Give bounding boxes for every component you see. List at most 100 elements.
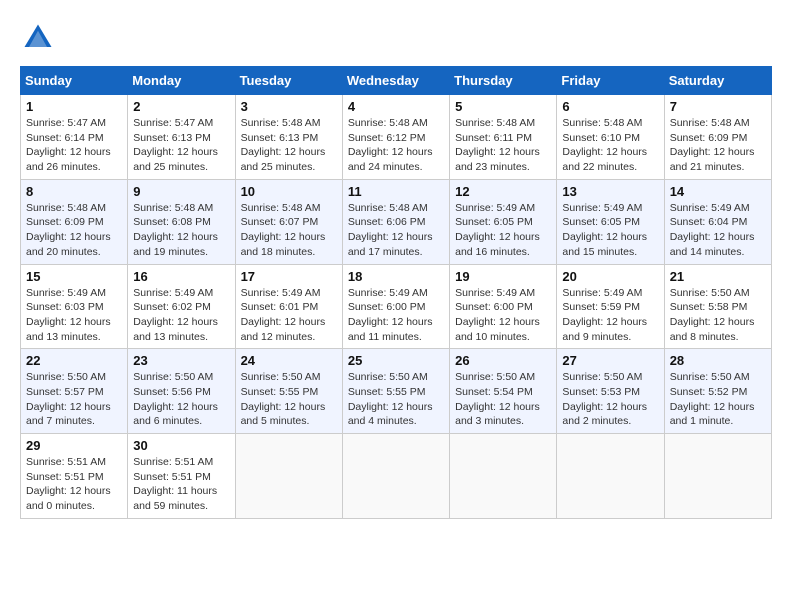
- day-info: Sunrise: 5:50 AM Sunset: 5:56 PM Dayligh…: [133, 370, 229, 429]
- day-number: 14: [670, 184, 766, 199]
- calendar-cell: 30Sunrise: 5:51 AM Sunset: 5:51 PM Dayli…: [128, 434, 235, 519]
- calendar-cell: 3 Sunrise: 5:48 AM Sunset: 6:13 PM Daylig…: [235, 95, 342, 180]
- day-info: Sunrise: 5:51 AM Sunset: 5:51 PM Dayligh…: [26, 455, 122, 514]
- day-info: Sunrise: 5:48 AM Sunset: 6:12 PM Dayligh…: [348, 116, 444, 175]
- day-info: Sunrise: 5:50 AM Sunset: 5:52 PM Dayligh…: [670, 370, 766, 429]
- calendar-cell: 16 Sunrise: 5:49 AM Sunset: 6:02 PM Dayli…: [128, 264, 235, 349]
- calendar-cell: 29 Sunrise: 5:51 AM Sunset: 5:51 PM Dayli…: [21, 434, 128, 519]
- calendar-cell: [450, 434, 557, 519]
- day-number: 2: [133, 99, 229, 114]
- calendar-cell: 18Sunrise: 5:49 AM Sunset: 6:00 PM Dayli…: [342, 264, 449, 349]
- col-header-friday: Friday: [557, 67, 664, 95]
- calendar-cell: 7 Sunrise: 5:48 AM Sunset: 6:09 PM Daylig…: [664, 95, 771, 180]
- col-header-thursday: Thursday: [450, 67, 557, 95]
- calendar-cell: 8 Sunrise: 5:48 AM Sunset: 6:09 PM Daylig…: [21, 179, 128, 264]
- calendar-cell: 17 Sunrise: 5:49 AM Sunset: 6:01 PM Dayli…: [235, 264, 342, 349]
- calendar-cell: 21 Sunrise: 5:50 AM Sunset: 5:58 PM Dayli…: [664, 264, 771, 349]
- calendar-cell: 19 Sunrise: 5:49 AM Sunset: 6:00 PM Dayli…: [450, 264, 557, 349]
- day-info: Sunrise: 5:49 AM Sunset: 6:05 PM Dayligh…: [562, 201, 658, 260]
- calendar-cell: 24Sunrise: 5:50 AM Sunset: 5:55 PM Dayli…: [235, 349, 342, 434]
- day-info: Sunrise: 5:48 AM Sunset: 6:07 PM Dayligh…: [241, 201, 337, 260]
- week-row: 15 Sunrise: 5:49 AM Sunset: 6:03 PM Dayli…: [21, 264, 772, 349]
- calendar-cell: 14Sunrise: 5:49 AM Sunset: 6:04 PM Dayli…: [664, 179, 771, 264]
- calendar-cell: 27 Sunrise: 5:50 AM Sunset: 5:53 PM Dayli…: [557, 349, 664, 434]
- day-number: 27: [562, 353, 658, 368]
- calendar-cell: 13 Sunrise: 5:49 AM Sunset: 6:05 PM Dayli…: [557, 179, 664, 264]
- day-number: 29: [26, 438, 122, 453]
- day-info: Sunrise: 5:47 AM Sunset: 6:14 PM Dayligh…: [26, 116, 122, 175]
- calendar-cell: 1 Sunrise: 5:47 AM Sunset: 6:14 PM Daylig…: [21, 95, 128, 180]
- day-info: Sunrise: 5:49 AM Sunset: 6:01 PM Dayligh…: [241, 286, 337, 345]
- day-number: 5: [455, 99, 551, 114]
- day-info: Sunrise: 5:48 AM Sunset: 6:10 PM Dayligh…: [562, 116, 658, 175]
- day-info: Sunrise: 5:50 AM Sunset: 5:53 PM Dayligh…: [562, 370, 658, 429]
- day-number: 28: [670, 353, 766, 368]
- day-info: Sunrise: 5:49 AM Sunset: 6:02 PM Dayligh…: [133, 286, 229, 345]
- col-header-wednesday: Wednesday: [342, 67, 449, 95]
- day-info: Sunrise: 5:48 AM Sunset: 6:09 PM Dayligh…: [670, 116, 766, 175]
- calendar-cell: 4 Sunrise: 5:48 AM Sunset: 6:12 PM Daylig…: [342, 95, 449, 180]
- day-info: Sunrise: 5:48 AM Sunset: 6:06 PM Dayligh…: [348, 201, 444, 260]
- day-number: 18: [348, 269, 444, 284]
- week-row: 22 Sunrise: 5:50 AM Sunset: 5:57 PM Dayli…: [21, 349, 772, 434]
- day-info: Sunrise: 5:50 AM Sunset: 5:54 PM Dayligh…: [455, 370, 551, 429]
- day-info: Sunrise: 5:50 AM Sunset: 5:58 PM Dayligh…: [670, 286, 766, 345]
- calendar-table: SundayMondayTuesdayWednesdayThursdayFrid…: [20, 66, 772, 519]
- day-number: 9: [133, 184, 229, 199]
- calendar-cell: 10 Sunrise: 5:48 AM Sunset: 6:07 PM Dayli…: [235, 179, 342, 264]
- calendar-cell: 25 Sunrise: 5:50 AM Sunset: 5:55 PM Dayli…: [342, 349, 449, 434]
- week-row: 1 Sunrise: 5:47 AM Sunset: 6:14 PM Daylig…: [21, 95, 772, 180]
- day-info: Sunrise: 5:49 AM Sunset: 6:03 PM Dayligh…: [26, 286, 122, 345]
- day-number: 25: [348, 353, 444, 368]
- calendar-cell: [557, 434, 664, 519]
- day-number: 10: [241, 184, 337, 199]
- week-row: 29 Sunrise: 5:51 AM Sunset: 5:51 PM Dayli…: [21, 434, 772, 519]
- day-number: 8: [26, 184, 122, 199]
- calendar-cell: 12Sunrise: 5:49 AM Sunset: 6:05 PM Dayli…: [450, 179, 557, 264]
- day-number: 13: [562, 184, 658, 199]
- col-header-monday: Monday: [128, 67, 235, 95]
- day-number: 26: [455, 353, 551, 368]
- day-number: 1: [26, 99, 122, 114]
- logo: [20, 20, 60, 56]
- header-row: SundayMondayTuesdayWednesdayThursdayFrid…: [21, 67, 772, 95]
- col-header-tuesday: Tuesday: [235, 67, 342, 95]
- day-number: 12: [455, 184, 551, 199]
- day-number: 19: [455, 269, 551, 284]
- calendar-cell: 5 Sunrise: 5:48 AM Sunset: 6:11 PM Daylig…: [450, 95, 557, 180]
- day-number: 3: [241, 99, 337, 114]
- day-info: Sunrise: 5:48 AM Sunset: 6:09 PM Dayligh…: [26, 201, 122, 260]
- calendar-cell: 28 Sunrise: 5:50 AM Sunset: 5:52 PM Dayli…: [664, 349, 771, 434]
- col-header-saturday: Saturday: [664, 67, 771, 95]
- day-number: 6: [562, 99, 658, 114]
- day-number: 23: [133, 353, 229, 368]
- day-number: 22: [26, 353, 122, 368]
- calendar-cell: [342, 434, 449, 519]
- day-number: 7: [670, 99, 766, 114]
- calendar-cell: 22 Sunrise: 5:50 AM Sunset: 5:57 PM Dayli…: [21, 349, 128, 434]
- day-info: Sunrise: 5:48 AM Sunset: 6:13 PM Dayligh…: [241, 116, 337, 175]
- day-info: Sunrise: 5:48 AM Sunset: 6:11 PM Dayligh…: [455, 116, 551, 175]
- day-number: 21: [670, 269, 766, 284]
- col-header-sunday: Sunday: [21, 67, 128, 95]
- calendar-cell: 9Sunrise: 5:48 AM Sunset: 6:08 PM Daylig…: [128, 179, 235, 264]
- day-number: 15: [26, 269, 122, 284]
- day-info: Sunrise: 5:50 AM Sunset: 5:57 PM Dayligh…: [26, 370, 122, 429]
- day-number: 20: [562, 269, 658, 284]
- day-number: 11: [348, 184, 444, 199]
- day-info: Sunrise: 5:50 AM Sunset: 5:55 PM Dayligh…: [241, 370, 337, 429]
- day-number: 30: [133, 438, 229, 453]
- calendar-cell: 2 Sunrise: 5:47 AM Sunset: 6:13 PM Daylig…: [128, 95, 235, 180]
- day-info: Sunrise: 5:47 AM Sunset: 6:13 PM Dayligh…: [133, 116, 229, 175]
- day-info: Sunrise: 5:49 AM Sunset: 6:00 PM Dayligh…: [455, 286, 551, 345]
- day-info: Sunrise: 5:50 AM Sunset: 5:55 PM Dayligh…: [348, 370, 444, 429]
- day-number: 16: [133, 269, 229, 284]
- day-info: Sunrise: 5:49 AM Sunset: 5:59 PM Dayligh…: [562, 286, 658, 345]
- calendar-cell: [664, 434, 771, 519]
- day-number: 17: [241, 269, 337, 284]
- calendar-cell: 6 Sunrise: 5:48 AM Sunset: 6:10 PM Daylig…: [557, 95, 664, 180]
- calendar-cell: 11 Sunrise: 5:48 AM Sunset: 6:06 PM Dayli…: [342, 179, 449, 264]
- day-number: 4: [348, 99, 444, 114]
- logo-icon: [20, 20, 56, 56]
- calendar-cell: 15 Sunrise: 5:49 AM Sunset: 6:03 PM Dayli…: [21, 264, 128, 349]
